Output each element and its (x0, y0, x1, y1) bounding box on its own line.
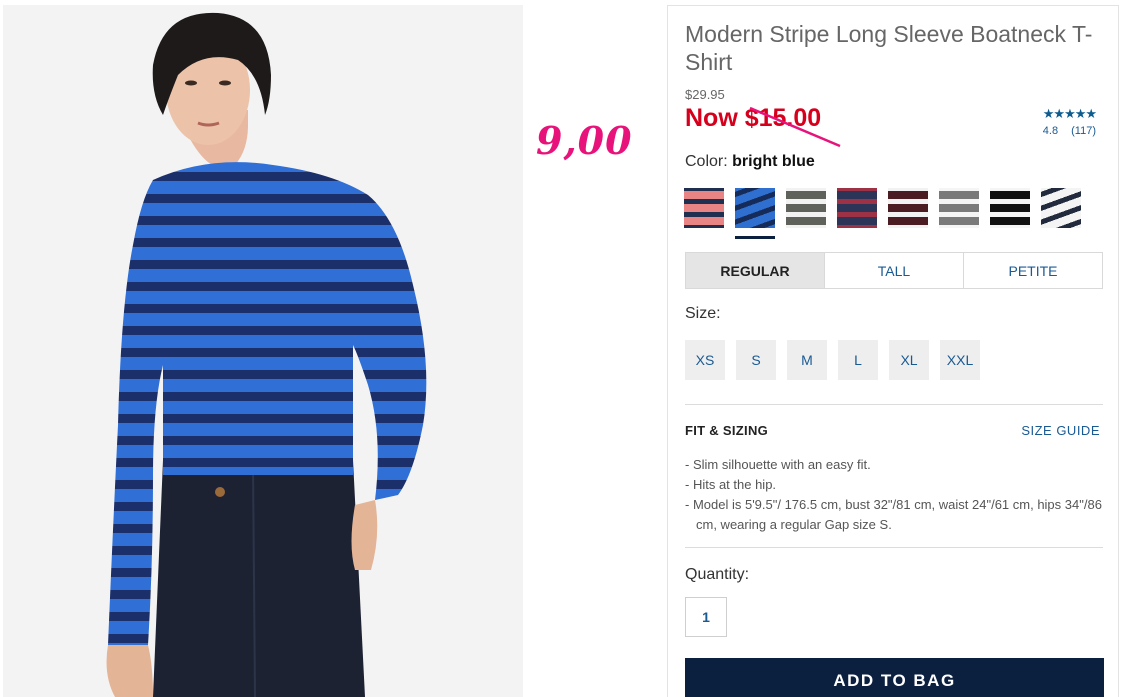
handwritten-price-annotation: 9,00 (536, 118, 633, 163)
color-swatch-navy-red-stripe[interactable] (837, 188, 877, 228)
star-rating-icon: ★★★★★ (1042, 106, 1097, 121)
size-s-button[interactable]: S (736, 340, 776, 380)
fit-details-list: - Slim silhouette with an easy fit. - Hi… (685, 455, 1105, 535)
quantity-label: Quantity: (685, 566, 750, 583)
size-options: XS S M L XL XXL (685, 340, 980, 380)
list-item: - Slim silhouette with an easy fit. (685, 457, 871, 472)
color-selection-label: Color: bright blue (685, 153, 815, 171)
color-swatch-coral-navy-stripe[interactable] (684, 188, 724, 228)
color-swatch-grey-white-stripe[interactable] (786, 188, 826, 228)
list-item: - Hits at the hip. (685, 477, 777, 492)
size-xl-button[interactable]: XL (889, 340, 929, 380)
size-xs-button[interactable]: XS (685, 340, 725, 380)
list-item: - Model is 5'9.5"/ 176.5 cm, bust 32"/81… (685, 497, 1102, 532)
divider (685, 404, 1103, 405)
fit-tabs: REGULAR TALL PETITE (685, 252, 1103, 289)
rating-summary[interactable]: ★★★★★ 4.8 (117) (1043, 106, 1106, 137)
selected-color-name: bright blue (732, 153, 815, 170)
color-swatch-grey-light-stripe[interactable] (939, 188, 979, 228)
size-guide-link[interactable]: SIZE GUIDE (1021, 423, 1100, 438)
size-xxl-button[interactable]: XXL (940, 340, 980, 380)
quantity-input[interactable]: 1 (685, 597, 727, 637)
original-price: $29.95 (685, 87, 725, 102)
size-label: Size: (685, 305, 721, 322)
product-image (3, 5, 523, 697)
color-label: Color: (685, 153, 728, 170)
rating-score: 4.8 (1042, 125, 1059, 137)
color-swatches (684, 188, 1081, 228)
tab-regular[interactable]: REGULAR (686, 253, 824, 288)
color-swatch-white-navy-stripe[interactable] (1041, 188, 1081, 228)
fit-sizing-heading: FIT & SIZING (685, 423, 769, 438)
product-details-panel: Modern Stripe Long Sleeve Boatneck T-Shi… (667, 5, 1119, 697)
model-illustration (3, 5, 523, 697)
selected-swatch-indicator (735, 236, 775, 239)
product-title: Modern Stripe Long Sleeve Boatneck T-Shi… (685, 21, 1093, 75)
tab-tall[interactable]: TALL (824, 253, 963, 288)
sale-price: Now $15.00 (685, 104, 822, 132)
color-swatch-bright-blue-stripe[interactable] (735, 188, 775, 228)
review-count[interactable]: (117) (1071, 125, 1096, 137)
tab-petite[interactable]: PETITE (963, 253, 1102, 288)
divider (685, 547, 1103, 548)
add-to-bag-button[interactable]: ADD TO BAG (685, 658, 1104, 697)
size-m-button[interactable]: M (787, 340, 827, 380)
size-l-button[interactable]: L (838, 340, 878, 380)
color-swatch-burgundy-white-stripe[interactable] (888, 188, 928, 228)
color-swatch-black-white-stripe[interactable] (990, 188, 1030, 228)
